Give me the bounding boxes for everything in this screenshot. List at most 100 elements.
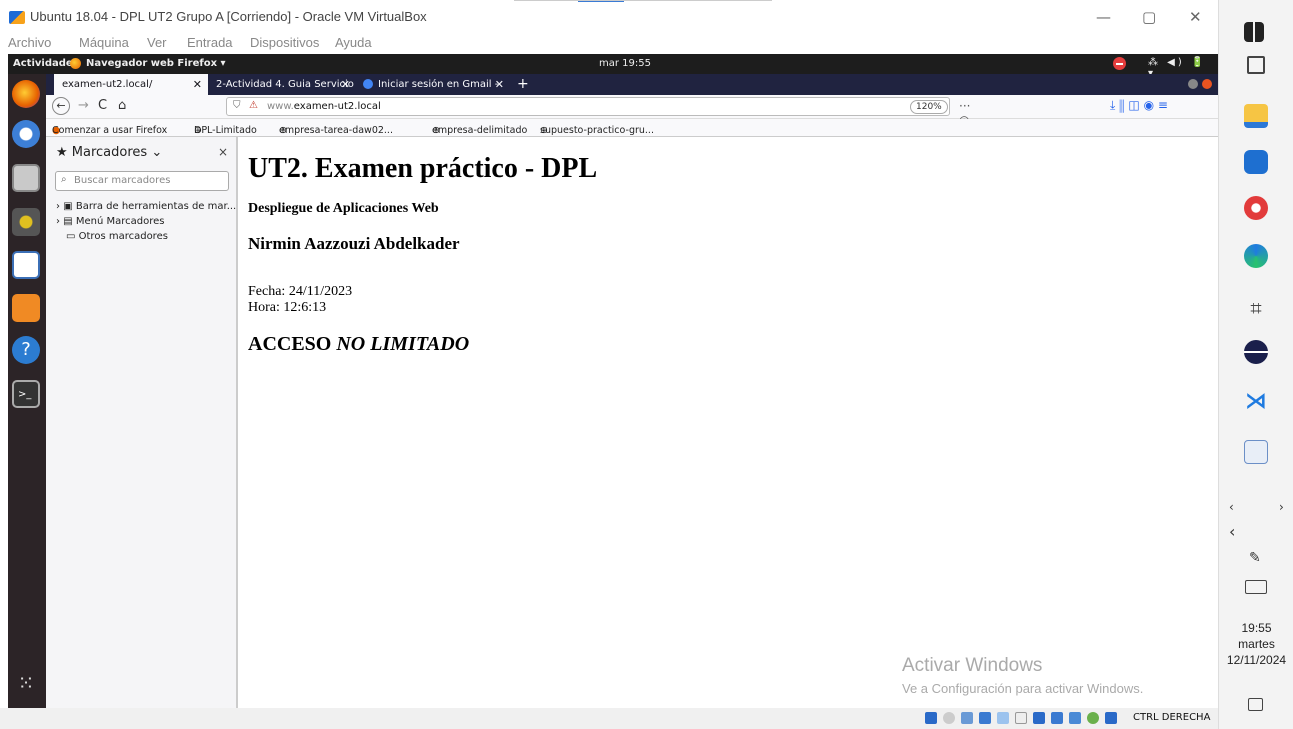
optical-icon[interactable] [943,712,955,724]
url-bar[interactable]: ⛉ ⚠ www.examen-ut2.local 120% ··· ◎ ☆ [226,97,970,141]
vscode-icon[interactable]: ⋊ [1244,390,1268,414]
bookmark-search-input[interactable]: ⌕ Buscar marcadores [55,171,229,191]
sidebar-header[interactable]: ★ Marcadores ⌄ [56,145,162,160]
close-tab-icon[interactable]: ✕ [193,78,202,91]
close-tab-icon[interactable]: ✕ [341,78,350,91]
time-text: Hora: 12:6:13 [248,300,327,315]
taskbar-clock[interactable]: 19:55 martes 12/11/2024 [1219,620,1293,668]
google-icon [363,79,373,89]
date-text: Fecha: 24/11/2023 [248,284,353,299]
show-apps-icon[interactable]: ⁙ [12,672,40,700]
scroll-left-icon[interactable]: ‹ [1229,500,1234,514]
url-domain: examen-ut2.local [293,101,381,112]
shared-folder-icon[interactable] [1015,712,1027,724]
close-tab-icon[interactable]: ✕ [495,78,504,91]
window-title: Ubuntu 18.04 - DPL UT2 Grupo A [Corriend… [30,9,427,24]
maximize-button[interactable]: ▢ [1142,8,1156,26]
virtualbox-window: Ubuntu 18.04 - DPL UT2 Grupo A [Corriend… [0,0,1218,729]
snipping-tool-icon[interactable] [1244,196,1268,220]
chevron-left-icon[interactable]: ‹ [1229,522,1235,541]
bookmarks-sidebar: ★ Marcadores ⌄ × ⌕ Buscar marcadores › ▣… [46,137,238,708]
windows-start-icon[interactable] [1244,22,1264,42]
writer-dock-icon[interactable] [12,251,40,279]
taskbar-date: 12/11/2024 [1226,653,1287,667]
firefox-dock-icon[interactable] [12,80,40,108]
sidebar-close-button[interactable]: × [218,145,228,159]
minimize-button[interactable]: — [1096,8,1111,26]
notification-icon[interactable] [1248,698,1263,711]
folder-icon: ▣ [63,201,73,212]
outlook-icon[interactable] [1244,150,1268,174]
display-icon[interactable] [1033,712,1045,724]
notepad-icon[interactable] [1244,440,1268,464]
network-icon[interactable] [979,712,991,724]
tab-label: Iniciar sesión en Gmail - [378,79,499,90]
toolbar-right-icons[interactable]: ⤓ ⫼ ◫ ◉ ≡ [1110,98,1168,113]
reload-button[interactable]: C [98,98,107,113]
sidebar-item-label: Otros marcadores [78,231,168,242]
files-dock-icon[interactable] [12,164,40,192]
recording-icon[interactable] [1051,712,1063,724]
tab-gmail[interactable]: Iniciar sesión en Gmail - ✕ [356,74,510,95]
windows-taskbar: ⌗ ⋊ ‹ › ‹ ✎ 19:55 martes 12/11/2024 [1218,0,1293,729]
menu-ayuda[interactable]: Ayuda [335,35,372,50]
file-explorer-icon[interactable] [1244,104,1268,128]
watermark-line1: Activar Windows [902,655,1043,676]
menu-maquina[interactable]: Máquina [79,35,129,50]
keyboard-icon[interactable] [1245,580,1267,594]
edge-icon[interactable] [1244,244,1268,268]
zoom-indicator[interactable]: 120% [910,100,948,114]
sidebar-item-menu[interactable]: › ▤ Menú Marcadores [56,216,164,227]
close-window-icon[interactable] [1202,79,1212,89]
bookmark-label: Comenzar a usar Firefox [52,125,168,136]
software-dock-icon[interactable] [12,294,40,322]
new-tab-button[interactable]: + [517,76,529,92]
virtualbox-menubar: Archivo Máquina Ver Entrada Dispositivos… [0,34,1218,54]
thunderbird-dock-icon[interactable] [12,120,40,148]
menu-ver[interactable]: Ver [147,35,167,50]
gnome-clock[interactable]: mar 19:55 [599,58,651,69]
tab-actividad[interactable]: 2-Actividad 4. Guia Servicio ✕ [208,74,356,95]
watermark-line2: Ve a Configuración para activar Windows. [902,681,1144,696]
activities-button[interactable]: Actividades [13,58,79,69]
minimize-window-icon[interactable] [1188,79,1198,89]
insecure-lock-icon[interactable]: ⚠ [249,100,258,111]
guest-screen[interactable]: Actividades Navegador web Firefox ▾ mar … [8,54,1218,708]
menu-dispositivos[interactable]: Dispositivos [250,35,319,50]
menu-icon: ▤ [63,216,73,227]
scroll-right-icon[interactable]: › [1279,500,1284,514]
tab-examen[interactable]: examen-ut2.local/ ✕ [54,74,208,95]
stop-icon[interactable] [1113,57,1126,70]
task-view-icon[interactable] [1247,56,1265,74]
terminal-dock-icon[interactable]: >_ [12,380,40,408]
rhythmbox-dock-icon[interactable] [12,208,40,236]
title-divider [514,0,772,1]
audio-icon[interactable] [961,712,973,724]
usb-icon[interactable] [997,712,1009,724]
cpu-icon[interactable] [1069,712,1081,724]
bookmark-label: DPL-Limitado [194,125,257,136]
pen-icon[interactable]: ✎ [1249,550,1261,566]
close-button[interactable]: ✕ [1189,8,1202,26]
help-dock-icon[interactable]: ? [12,336,40,364]
host-key-label: CTRL DERECHA [1133,712,1211,723]
hdd-icon[interactable] [925,712,937,724]
eclipse-icon[interactable] [1244,340,1268,364]
back-button[interactable]: ← [52,97,70,115]
shield-icon[interactable]: ⛉ [233,100,241,111]
ubuntu-dock: ? >_ ⁙ [8,74,46,708]
forward-button[interactable]: → [78,98,89,113]
home-button[interactable]: ⌂ [118,98,126,113]
app-menu[interactable]: Navegador web Firefox ▾ [86,58,226,69]
ime-icon[interactable]: ⌗ [1244,296,1268,320]
menu-entrada[interactable]: Entrada [187,35,233,50]
bookmark-label: empresa-delimitado [432,125,528,136]
search-icon: ⌕ [61,174,67,185]
sidebar-item-other[interactable]: ▭ Otros marcadores [66,231,168,242]
virtualbox-statusbar: CTRL DERECHA [0,708,1218,729]
keyboard-capture-icon[interactable] [1105,712,1117,724]
sidebar-item-toolbar[interactable]: › ▣ Barra de herramientas de mar... [56,201,236,212]
mouse-integration-icon[interactable] [1087,712,1099,724]
tab-label: 2-Actividad 4. Guia Servicio [216,79,354,90]
menu-archivo[interactable]: Archivo [8,35,51,50]
